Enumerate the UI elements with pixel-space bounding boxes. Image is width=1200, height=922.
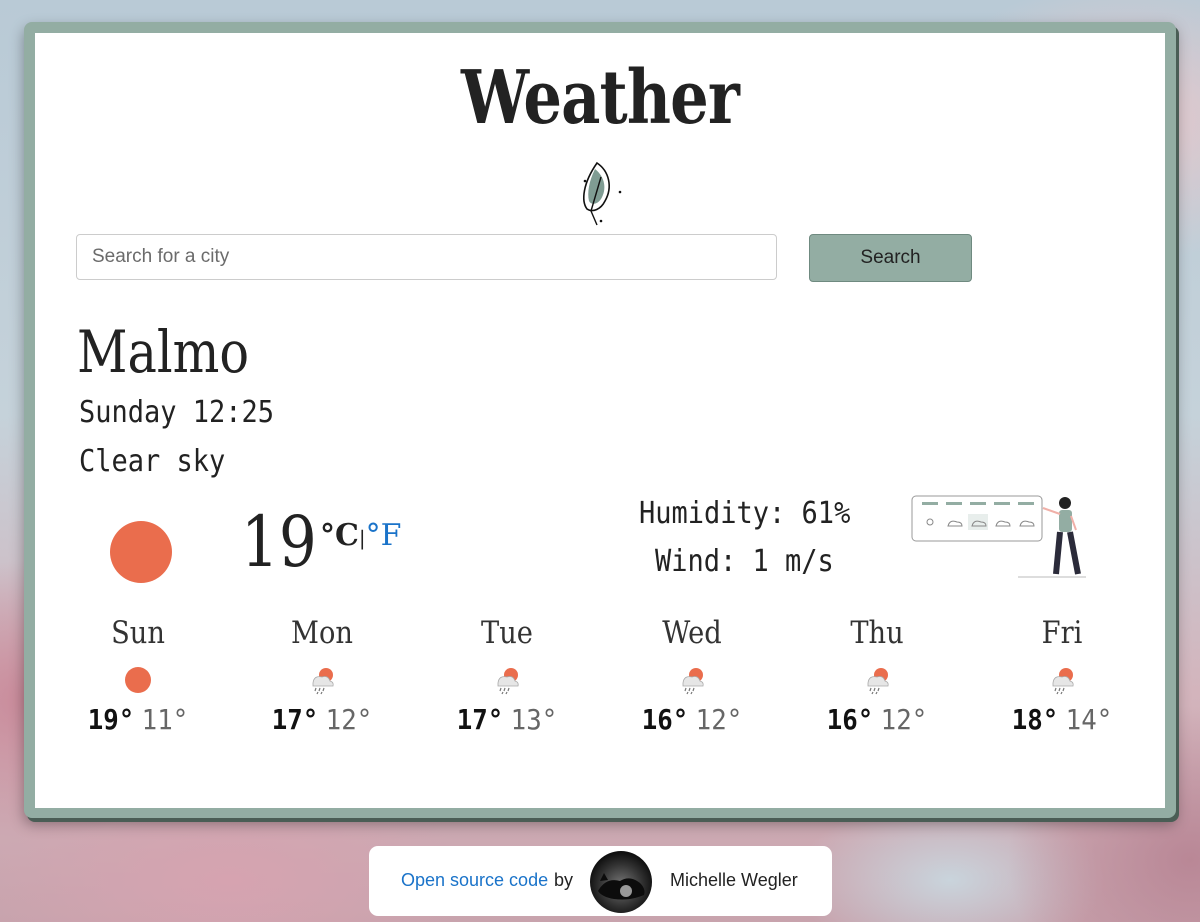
- forecast-day: Sun 19° 11°: [58, 618, 218, 734]
- sun-icon: [125, 667, 151, 693]
- forecast: Sun 19° 11° Mon 17° 12° Tue 17° 13° Wed …: [35, 618, 1165, 768]
- forecast-day: Wed 16° 12°: [612, 618, 772, 734]
- weather-description: Clear sky: [79, 444, 226, 479]
- forecast-max-temp: 16°: [641, 703, 689, 736]
- search-input[interactable]: [76, 234, 777, 280]
- celsius-unit[interactable]: °C: [320, 518, 359, 553]
- leaf-logo-icon: [583, 161, 622, 226]
- forecast-day-name: Tue: [481, 615, 533, 651]
- weather-card: Weather Search Malmo Sunday 12:25 Clear …: [24, 22, 1176, 818]
- forecast-day: Fri 18° 14°: [982, 618, 1142, 734]
- rain-cloud-sun-icon: [682, 668, 704, 695]
- forecast-day-name: Wed: [662, 615, 722, 651]
- current-datetime: Sunday 12:25: [79, 395, 275, 430]
- rain-cloud-sun-icon: [497, 668, 519, 695]
- current-temperature: 19: [241, 501, 317, 583]
- rain-cloud-sun-icon: [867, 668, 889, 695]
- forecast-day-name: Sun: [111, 615, 165, 651]
- forecast-day: Thu 16° 12°: [797, 618, 957, 734]
- app-title: Weather: [460, 55, 740, 141]
- rain-cloud-sun-icon: [312, 668, 334, 695]
- forecast-max-temp: 19°: [87, 703, 135, 736]
- forecast-day-name: Mon: [291, 615, 353, 651]
- avatar: [590, 851, 652, 913]
- rain-cloud-sun-icon: [1052, 668, 1074, 695]
- wind: Wind: 1 m/s: [655, 544, 834, 579]
- forecast-day: Mon 17° 12°: [242, 618, 402, 734]
- forecast-day-name: Thu: [850, 615, 904, 651]
- forecast-min-temp: 13°: [510, 703, 558, 736]
- sun-icon: [110, 521, 172, 583]
- forecast-day-name: Fri: [1041, 615, 1083, 651]
- weather-card-body: Weather Search Malmo Sunday 12:25 Clear …: [35, 33, 1165, 808]
- forecast-day: Tue 17° 13°: [427, 618, 587, 734]
- forecast-min-temp: 12°: [880, 703, 928, 736]
- cat-photo-icon: [598, 873, 645, 900]
- weather-board-illustration: [911, 495, 1086, 578]
- forecast-min-temp: 12°: [325, 703, 373, 736]
- humidity: Humidity: 61%: [639, 496, 851, 531]
- unit-separator: |: [358, 526, 366, 550]
- author-name: Michelle Wegler: [670, 870, 798, 890]
- footer-by: by: [554, 870, 574, 890]
- city-name: Malmo: [77, 318, 250, 386]
- footer: Open source code by Michelle Wegler: [369, 846, 832, 916]
- forecast-max-temp: 17°: [456, 703, 504, 736]
- forecast-min-temp: 12°: [695, 703, 743, 736]
- search-button[interactable]: Search: [809, 234, 972, 282]
- forecast-max-temp: 18°: [1011, 703, 1059, 736]
- fahrenheit-link[interactable]: °F: [366, 518, 402, 553]
- forecast-max-temp: 17°: [271, 703, 319, 736]
- forecast-min-temp: 14°: [1065, 703, 1113, 736]
- unit-toggle: °C|°F: [320, 521, 401, 551]
- open-source-link[interactable]: Open source code: [401, 870, 548, 891]
- forecast-min-temp: 11°: [141, 703, 189, 736]
- forecast-max-temp: 16°: [826, 703, 874, 736]
